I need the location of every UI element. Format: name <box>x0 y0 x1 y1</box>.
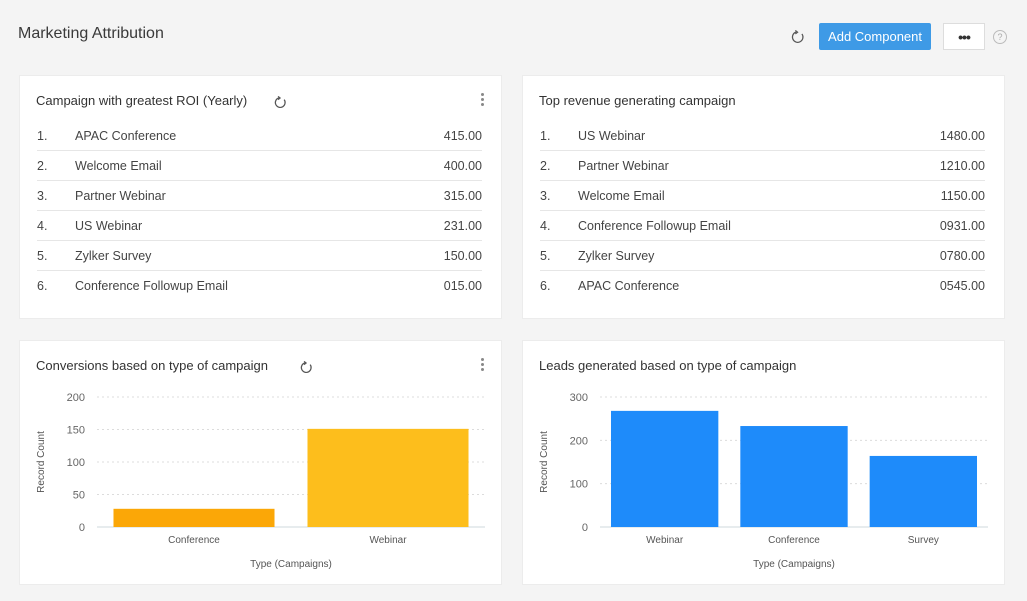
x-tick-label: Survey <box>908 535 939 546</box>
revenue-card: Top revenue generating campaign 1. US Web… <box>522 75 1005 319</box>
bar-webinar <box>610 410 719 527</box>
y-tick-label: 100 <box>67 457 85 469</box>
campaign-name: APAC Conference <box>578 279 680 293</box>
list-item: 4. US Webinar 231.00 <box>37 211 482 241</box>
bar-webinar <box>307 428 469 527</box>
value: 015.00 <box>443 279 482 293</box>
bar-conference <box>113 508 275 527</box>
campaign-name: Partner Webinar <box>578 159 669 173</box>
list-item: 3. Partner Webinar 315.00 <box>37 181 482 211</box>
list-item: 4. Conference Followup Email 0931.00 <box>540 211 985 241</box>
value: 150.00 <box>443 249 482 263</box>
rank: 5. <box>540 249 551 263</box>
x-axis-label: Type (Campaigns) <box>753 559 835 570</box>
value: 1210.00 <box>939 159 985 173</box>
leads-bar-chart: 0 100 200 300 Webinar Conference Survey Type (C… <box>539 392 988 570</box>
value: 231.00 <box>443 219 482 233</box>
rank: 6. <box>540 279 551 293</box>
value: 400.00 <box>443 159 482 173</box>
list-item: 5. Zylker Survey 0780.00 <box>540 241 985 271</box>
campaign-name: Zylker Survey <box>578 249 655 263</box>
y-tick-label: 0 <box>582 522 588 534</box>
rank: 4. <box>540 219 551 233</box>
campaign-name: US Webinar <box>578 129 646 143</box>
card-title: Campaign with greatest ROI (Yearly) <box>36 93 248 108</box>
refresh-icon[interactable] <box>791 29 805 44</box>
list-item: 6. Conference Followup Email 015.00 <box>37 271 482 301</box>
rank: 2. <box>540 159 551 173</box>
bar-conference <box>740 426 848 527</box>
y-tick-label: 200 <box>570 435 588 447</box>
help-icon[interactable]: ? <box>993 29 1007 44</box>
add-component-button[interactable]: Add Component <box>819 23 931 50</box>
roi-card: Campaign with greatest ROI (Yearly) 1. AP… <box>19 75 502 319</box>
campaign-name: Conference Followup Email <box>75 279 228 293</box>
y-axis-label: Record Count <box>539 431 550 493</box>
value: 0931.00 <box>939 219 985 233</box>
x-tick-label: Webinar <box>646 535 684 546</box>
y-tick-label: 50 <box>73 490 85 502</box>
value: 1150.00 <box>940 189 985 203</box>
value: 0545.00 <box>939 279 985 293</box>
more-options-button[interactable]: ••• <box>943 23 985 50</box>
x-tick-label: Webinar <box>369 535 407 546</box>
kebab-menu-icon[interactable] <box>481 93 485 107</box>
bar-survey <box>869 455 978 527</box>
list-item: 2. Partner Webinar 1210.00 <box>540 151 985 181</box>
page-title: Marketing Attribution <box>18 25 164 42</box>
y-axis-label: Record Count <box>36 431 47 493</box>
campaign-name: Welcome Email <box>578 189 665 203</box>
list-item: 6. APAC Conference 0545.00 <box>540 271 985 301</box>
rank: 1. <box>540 129 551 143</box>
list-item: 1. APAC Conference 415.00 <box>37 121 482 151</box>
leads-chart-card: Leads generated based on type of campaig… <box>522 340 1005 585</box>
y-tick-label: 200 <box>67 392 85 404</box>
campaign-name: Conference Followup Email <box>578 219 731 233</box>
campaign-name: Zylker Survey <box>75 249 152 263</box>
value: 0780.00 <box>939 249 985 263</box>
campaign-name: APAC Conference <box>75 129 177 143</box>
list-item: 5. Zylker Survey 150.00 <box>37 241 482 271</box>
value: 1480.00 <box>939 129 985 143</box>
list-item: 1. US Webinar 1480.00 <box>540 121 985 151</box>
card-title: Top revenue generating campaign <box>539 93 736 108</box>
rank: 5. <box>37 249 48 263</box>
y-tick-label: 300 <box>570 392 588 404</box>
y-tick-label: 100 <box>570 479 588 491</box>
campaign-name: Partner Webinar <box>75 189 166 203</box>
refresh-icon[interactable] <box>274 96 287 109</box>
rank: 6. <box>37 279 48 293</box>
list-item: 3. Welcome Email 1150.00 <box>540 181 985 211</box>
list-item: 2. Welcome Email 400.00 <box>37 151 482 181</box>
ranked-list: 1. US Webinar 1480.00 2. Partner Webinar 121… <box>540 121 985 301</box>
header-actions: Add Component ••• ? <box>791 23 1007 50</box>
x-tick-label: Conference <box>768 535 820 546</box>
x-axis-label: Type (Campaigns) <box>250 559 332 570</box>
campaign-name: US Webinar <box>75 219 143 233</box>
rank: 3. <box>37 189 48 203</box>
value: 415.00 <box>443 129 482 143</box>
y-tick-label: 150 <box>67 425 85 437</box>
conversions-bar-chart: 0 50 100 150 200 Conference Webinar Type (Campa… <box>36 392 485 570</box>
conversions-chart-card: Conversions based on type of campaign 05… <box>19 340 502 585</box>
rank: 1. <box>37 129 48 143</box>
rank: 3. <box>540 189 551 203</box>
y-tick-label: 0 <box>79 522 85 534</box>
campaign-name: Welcome Email <box>75 159 162 173</box>
ranked-list: 1. APAC Conference 415.00 2. Welcome Email 4… <box>37 121 482 301</box>
x-tick-label: Conference <box>168 535 220 546</box>
rank: 2. <box>37 159 48 173</box>
value: 315.00 <box>443 189 482 203</box>
rank: 4. <box>37 219 48 233</box>
